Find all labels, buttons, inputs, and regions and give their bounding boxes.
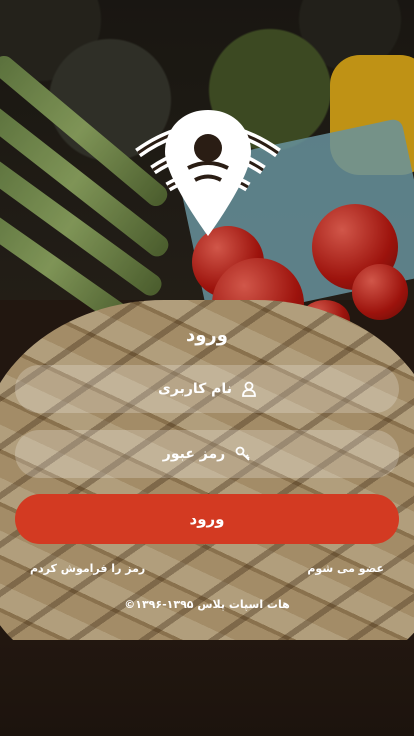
hotspot-logo [135, 110, 281, 236]
key-icon [235, 446, 250, 461]
copyright-text: ©۱۳۹۶-۱۳۹۵ هات اسپات پلاس [124, 598, 290, 611]
forgot-password-link[interactable]: رمز را فراموش کردم [30, 562, 145, 575]
user-icon [242, 381, 256, 397]
register-link[interactable]: عضو می شوم [307, 562, 384, 575]
login-title: ورود [186, 325, 228, 346]
username-placeholder: نام کاربری [158, 381, 232, 397]
password-placeholder: رمز عبور [162, 446, 226, 462]
username-field[interactable]: نام کاربری [15, 365, 399, 413]
login-button[interactable]: ورود [15, 494, 399, 544]
password-field[interactable]: رمز عبور [15, 430, 399, 478]
